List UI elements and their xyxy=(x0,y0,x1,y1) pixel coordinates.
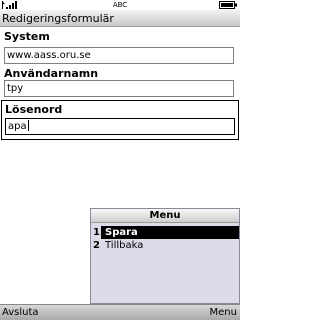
battery-icon xyxy=(219,1,237,9)
password-value: apa xyxy=(8,121,27,132)
password-label: Lösenord xyxy=(5,103,63,116)
title-bar: Redigeringsformulär xyxy=(0,10,240,27)
status-bar: ABC xyxy=(0,0,240,10)
menu-item-number: 2 xyxy=(93,240,100,251)
system-label: System xyxy=(4,30,50,43)
left-softkey-exit[interactable]: Avsluta xyxy=(2,306,39,320)
menu-item-back[interactable]: 2 Tillbaka xyxy=(91,239,239,252)
menu-item-label: Spara xyxy=(105,227,138,238)
username-field-group: Användarnamn tpy xyxy=(0,67,240,103)
username-label: Användarnamn xyxy=(4,67,99,80)
menu-item-save[interactable]: 1 Spara xyxy=(91,226,239,239)
menu-item-number: 1 xyxy=(91,226,101,239)
username-input[interactable]: tpy xyxy=(4,80,234,97)
input-mode-indicator: ABC xyxy=(112,1,128,9)
menu-item-label: Tillbaka xyxy=(105,240,144,251)
password-input[interactable]: apa xyxy=(5,118,235,135)
system-input[interactable]: www.aass.oru.se xyxy=(4,47,234,64)
softkey-bar: Avsluta Menu xyxy=(0,304,240,320)
right-softkey-menu[interactable]: Menu xyxy=(210,306,237,320)
page-title: Redigeringsformulär xyxy=(2,12,114,25)
options-menu: Menu 1 Spara 2 Tillbaka xyxy=(90,208,240,304)
password-field-group: Lösenord apa xyxy=(1,100,239,140)
text-cursor xyxy=(27,120,29,131)
system-field-group: System www.aass.oru.se xyxy=(0,29,240,67)
menu-title: Menu xyxy=(91,209,239,223)
